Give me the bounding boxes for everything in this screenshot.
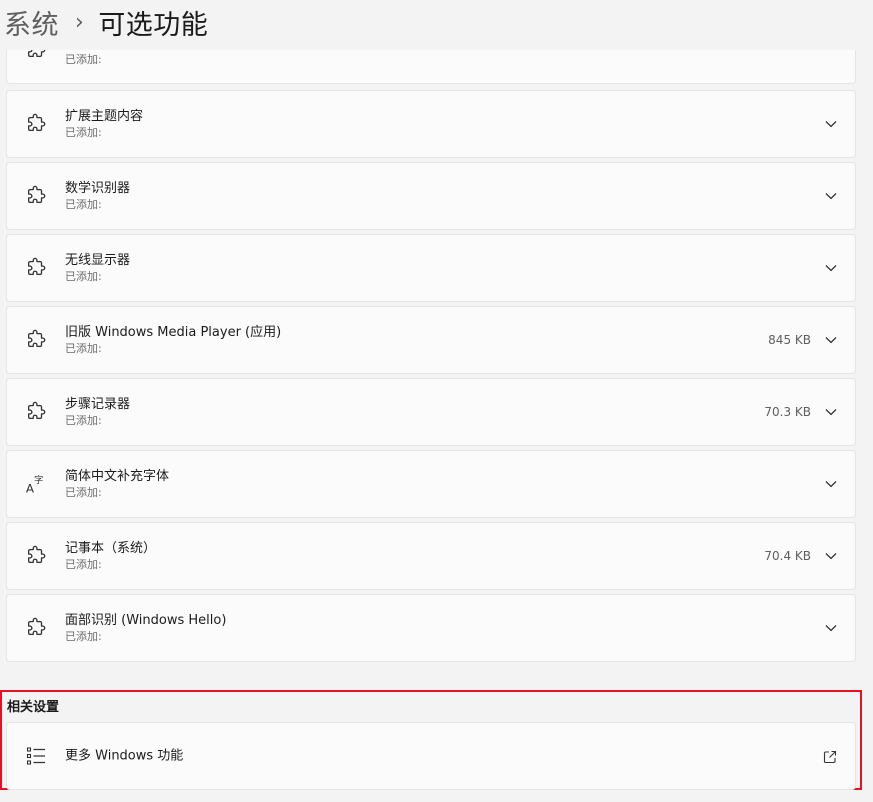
feature-status: 已添加: [65,270,102,283]
feature-title: 旧版 Windows Media Player (应用) [65,325,282,340]
chevron-down-icon[interactable] [825,118,837,130]
more-windows-features-link[interactable]: 更多 Windows 功能 [6,722,856,790]
feature-item[interactable]: 扩展主题内容 已添加: [6,90,856,158]
feature-title: 记事本（系统） [65,541,157,556]
feature-status: 已添加: [65,342,102,355]
chevron-down-icon[interactable] [825,334,837,346]
feature-status: 已添加: [65,126,102,139]
feature-status: 已添加: [65,198,102,211]
feature-item[interactable]: 步骤记录器已添加: 70.3 KB [6,378,856,446]
puzzle-piece-icon [25,329,47,351]
feature-size: 70.4 KB [764,549,811,563]
chevron-down-icon[interactable] [825,406,837,418]
feature-item[interactable]: 旧版 Windows Media Player (应用) 已添加: 845 KB [6,306,856,374]
feature-size: 70.3 KB [764,405,811,419]
feature-item[interactable]: 面部识别 (Windows Hello) 已添加: [6,594,856,662]
list-icon [25,745,47,767]
chevron-down-icon[interactable] [825,622,837,634]
feature-title: 无线显示器 [65,253,131,268]
feature-status: 已添加: [65,486,102,499]
font-icon: A字 [25,473,47,495]
feature-item[interactable]: 数学识别器已添加: [6,162,856,230]
puzzle-piece-icon [25,545,47,567]
puzzle-piece-icon [25,113,47,135]
feature-title: 扩展主题内容 [65,109,144,124]
chevron-down-icon[interactable] [825,190,837,202]
feature-status: 已添加: [65,630,102,643]
feature-size: 845 KB [768,333,811,347]
feature-title: 数学识别器 [65,181,131,196]
page-title: 可选功能 [98,9,209,41]
chevron-down-icon[interactable] [825,478,837,490]
feature-status: 已添加: [65,53,102,66]
breadcrumb-parent[interactable]: 系统 [4,3,59,42]
feature-status: 已添加: [65,558,102,571]
feature-item[interactable]: A 字 简体中文补充字体 已添加: [6,450,856,518]
puzzle-piece-icon [25,257,47,279]
puzzle-piece-icon [25,185,47,207]
puzzle-piece-icon [25,401,47,423]
feature-item[interactable]: 记事本（系统） 已添加: 70.4 KB [6,522,856,590]
puzzle-piece-icon [25,617,47,639]
svg-text:字: 字 [34,474,43,486]
related-settings-header: 相关设置 [7,700,60,715]
feature-item[interactable]: 无线显示器已添加: [6,234,856,302]
chevron-down-icon[interactable] [825,550,837,562]
open-external-icon [823,749,837,764]
feature-status: 已添加: [65,414,102,427]
chevron-down-icon[interactable] [825,262,837,274]
more-windows-features-label: 更多 Windows 功能 [65,748,184,764]
feature-title: 简体中文补充字体 [65,469,170,484]
breadcrumb-separator: › [75,9,85,35]
breadcrumb: 系统 › 可选功能 [4,0,208,44]
feature-title: 面部识别 (Windows Hello) [65,613,227,628]
feature-title: 步骤记录器 [65,397,131,412]
